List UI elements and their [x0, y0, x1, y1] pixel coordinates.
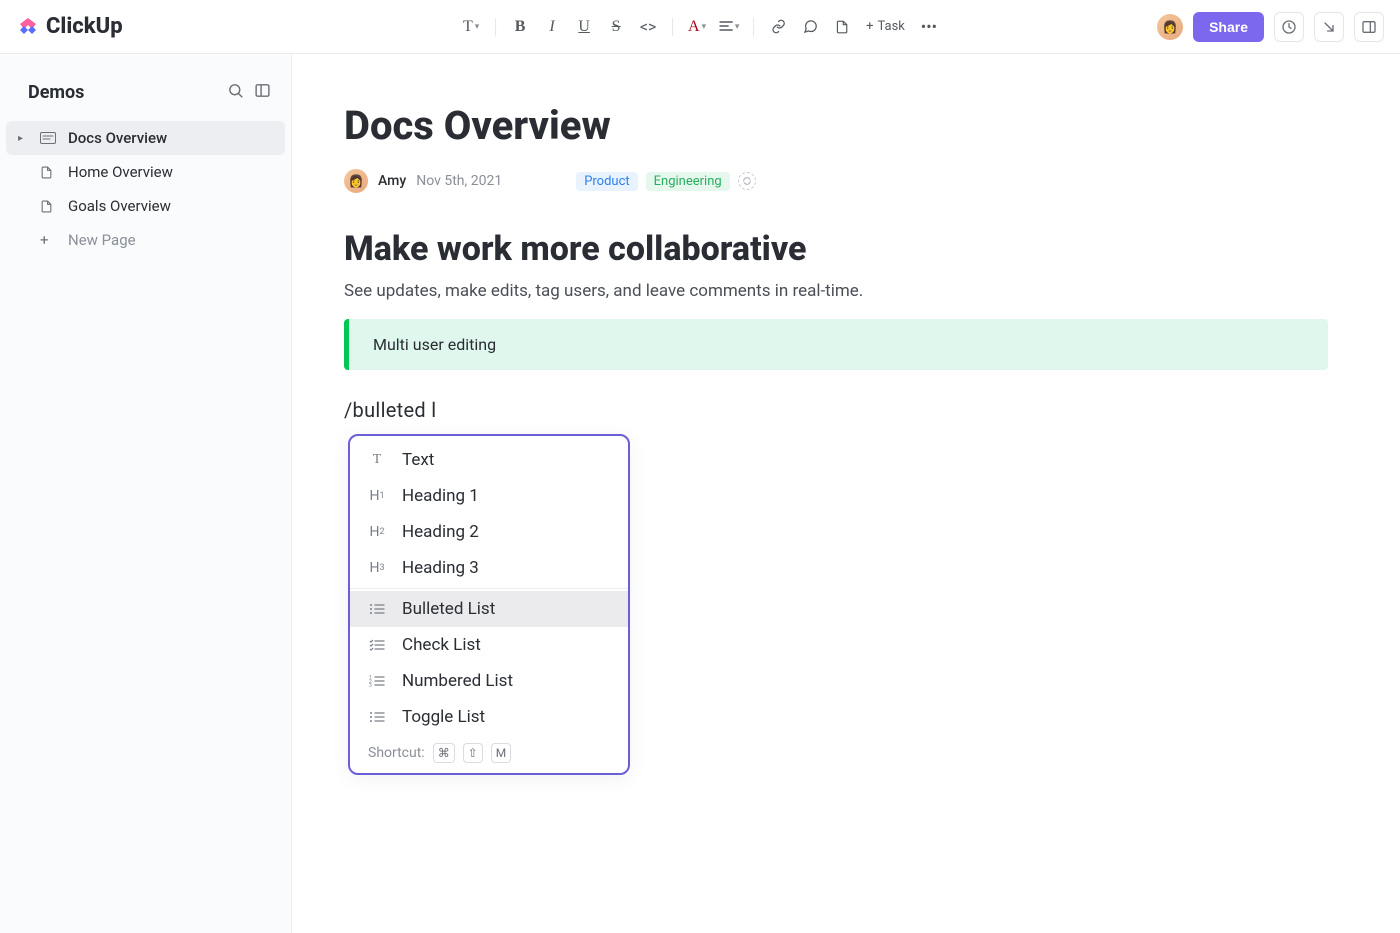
- menu-item-toggle-list[interactable]: Toggle List: [350, 699, 628, 735]
- page-button[interactable]: [828, 13, 856, 41]
- tag-product[interactable]: Product: [576, 172, 637, 191]
- align-left-icon: [719, 20, 733, 34]
- menu-separator: [350, 588, 628, 589]
- sidebar: Demos ▸ Docs Overview ▸ Home Overview ▸ …: [0, 54, 292, 933]
- logo-text: ClickUp: [46, 14, 123, 39]
- callout-block[interactable]: Multi user editing: [344, 319, 1328, 370]
- topbar-right: 👩 Share: [1157, 12, 1384, 42]
- plus-icon: +: [40, 231, 56, 249]
- chevron-down-icon: ▾: [735, 22, 740, 32]
- menu-item-check-list[interactable]: Check List: [350, 627, 628, 663]
- tag-engineering[interactable]: Engineering: [646, 172, 730, 191]
- svg-text:3: 3: [369, 683, 372, 687]
- document-area[interactable]: Docs Overview 👩 Amy Nov 5th, 2021 Produc…: [292, 54, 1400, 933]
- menu-item-heading-2[interactable]: H2 Heading 2: [350, 514, 628, 550]
- refresh-icon: [742, 176, 752, 186]
- export-button[interactable]: [1314, 12, 1344, 42]
- logo-mark-icon: [16, 15, 40, 39]
- plus-icon: +: [866, 19, 873, 34]
- caret-right-icon: ▸: [18, 133, 28, 144]
- history-button[interactable]: [1274, 12, 1304, 42]
- sidebar-item-label: Docs Overview: [68, 129, 167, 147]
- search-icon: [227, 82, 244, 99]
- toolbar-separator: [672, 18, 673, 36]
- formatting-toolbar: T▾ B I U S <> A▾ ▾ + Task •••: [457, 13, 943, 41]
- menu-item-heading-1[interactable]: H1 Heading 1: [350, 478, 628, 514]
- page-icon: [40, 199, 56, 214]
- callout-text: Multi user editing: [373, 335, 496, 354]
- topbar: ClickUp T▾ B I U S <> A▾ ▾ + Task •••: [0, 0, 1400, 54]
- sidebar-item-label: Goals Overview: [68, 197, 171, 215]
- new-page-label: New Page: [68, 231, 136, 249]
- toolbar-separator: [495, 18, 496, 36]
- underline-button[interactable]: U: [570, 13, 598, 41]
- menu-item-heading-3[interactable]: H3 Heading 3: [350, 550, 628, 586]
- add-tag-button[interactable]: [738, 172, 756, 190]
- toggle-list-icon: [368, 711, 386, 723]
- text-icon: T: [368, 452, 386, 468]
- bulleted-list-icon: [368, 603, 386, 615]
- page-icon: [835, 20, 849, 34]
- tag-list: Product Engineering: [576, 172, 756, 191]
- page-icon: [40, 165, 56, 180]
- sidebar-title: Demos: [28, 82, 84, 103]
- menu-item-text[interactable]: T Text: [350, 442, 628, 478]
- numbered-list-icon: 123: [368, 675, 386, 687]
- clock-icon: [1281, 19, 1297, 35]
- menu-item-bulleted-list[interactable]: Bulleted List: [350, 591, 628, 627]
- doc-landscape-icon: [40, 132, 56, 144]
- add-task-button[interactable]: + Task: [860, 19, 911, 34]
- document-paragraph[interactable]: See updates, make edits, tag users, and …: [344, 281, 1328, 301]
- h1-icon: H1: [368, 488, 386, 504]
- h3-icon: H3: [368, 560, 386, 576]
- search-button[interactable]: [227, 82, 244, 103]
- check-list-icon: [368, 639, 386, 651]
- share-button[interactable]: Share: [1193, 12, 1264, 42]
- collapse-sidebar-button[interactable]: [254, 82, 271, 103]
- logo[interactable]: ClickUp: [16, 14, 123, 39]
- comment-icon: [803, 19, 818, 34]
- text-style-button[interactable]: T▾: [457, 13, 485, 41]
- kbd-m: M: [491, 743, 511, 763]
- link-icon: [771, 19, 786, 34]
- comment-button[interactable]: [796, 13, 824, 41]
- sidebar-item-label: Home Overview: [68, 163, 173, 181]
- download-icon: [1321, 19, 1337, 35]
- chevron-down-icon: ▾: [475, 22, 480, 32]
- panel-toggle-button[interactable]: [1354, 12, 1384, 42]
- strikethrough-button[interactable]: S: [602, 13, 630, 41]
- align-button[interactable]: ▾: [715, 13, 743, 41]
- author-avatar[interactable]: 👩: [344, 169, 368, 193]
- sidebar-item-docs-overview[interactable]: ▸ Docs Overview: [6, 121, 285, 155]
- slash-command-input[interactable]: /bulleted l: [344, 398, 1328, 422]
- new-page-button[interactable]: ▸ + New Page: [6, 223, 285, 257]
- menu-shortcut-hint: Shortcut: ⌘ ⇧ M: [350, 735, 628, 767]
- more-button[interactable]: •••: [915, 13, 943, 41]
- avatar[interactable]: 👩: [1157, 14, 1183, 40]
- sidebar-header: Demos: [0, 82, 291, 103]
- sidebar-item-home-overview[interactable]: ▸ Home Overview: [6, 155, 285, 189]
- kbd-shift: ⇧: [463, 743, 483, 763]
- h2-icon: H2: [368, 524, 386, 540]
- document-heading[interactable]: Make work more collaborative: [344, 229, 1328, 269]
- kbd-cmd: ⌘: [433, 743, 455, 763]
- bold-button[interactable]: B: [506, 13, 534, 41]
- slash-command-menu: T Text H1 Heading 1 H2 Heading 2 H3 Head…: [348, 434, 630, 775]
- page-title[interactable]: Docs Overview: [344, 102, 1328, 149]
- italic-button[interactable]: I: [538, 13, 566, 41]
- link-button[interactable]: [764, 13, 792, 41]
- author-name: Amy: [378, 173, 406, 189]
- toolbar-separator: [753, 18, 754, 36]
- document-date: Nov 5th, 2021: [416, 173, 502, 189]
- document-meta: 👩 Amy Nov 5th, 2021 Product Engineering: [344, 169, 1328, 193]
- panel-icon: [1361, 19, 1377, 35]
- sidebar-item-goals-overview[interactable]: ▸ Goals Overview: [6, 189, 285, 223]
- text-color-button[interactable]: A▾: [683, 13, 711, 41]
- code-button[interactable]: <>: [634, 13, 662, 41]
- sidebar-collapse-icon: [254, 82, 271, 99]
- chevron-down-icon: ▾: [702, 22, 707, 32]
- menu-item-numbered-list[interactable]: 123 Numbered List: [350, 663, 628, 699]
